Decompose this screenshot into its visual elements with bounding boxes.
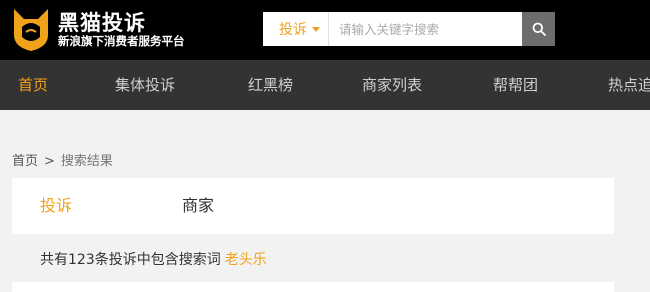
nav-item-merchant-list[interactable]: 商家列表 [362,60,422,110]
nav-item-help-group[interactable]: 帮帮团 [493,60,538,110]
breadcrumb-current: 搜索结果 [60,154,113,169]
breadcrumb: 首页 > 搜索结果 [12,150,113,169]
tab-complaints[interactable]: 投诉 [40,178,72,234]
results-list [12,282,614,292]
nav-item-red-black-list[interactable]: 红黑榜 [248,60,293,110]
search-keyword: 老头乐 [224,252,267,268]
search-type-dropdown[interactable]: 投诉 [263,12,329,46]
caret-down-icon [312,26,320,32]
search-icon [532,22,546,36]
nav-item-group-complaints[interactable]: 集体投诉 [115,60,175,110]
tab-merchants[interactable]: 商家 [182,178,214,234]
result-summary-text: 共有123条投诉中包含搜索词 [40,252,221,268]
nav-item-home[interactable]: 首页 [18,60,48,110]
search-input[interactable] [329,12,522,46]
brand-subtitle: 新浪旗下消费者服务平台 [58,34,185,48]
search-button[interactable] [522,12,555,46]
result-summary: 共有123条投诉中包含搜索词 老头乐 [40,249,267,269]
search-bar: 投诉 [263,12,555,46]
breadcrumb-home[interactable]: 首页 [12,154,38,169]
search-type-label: 投诉 [279,22,307,38]
black-cat-logo-icon[interactable] [12,5,50,51]
main-nav: 首页 集体投诉 红黑榜 商家列表 帮帮团 热点追 [0,60,650,110]
breadcrumb-separator: > [44,154,55,169]
top-header: 黑猫投诉 新浪旗下消费者服务平台 投诉 [0,0,650,60]
result-tabs: 投诉 商家 [12,178,614,234]
nav-item-hot-topics[interactable]: 热点追 [608,60,650,110]
